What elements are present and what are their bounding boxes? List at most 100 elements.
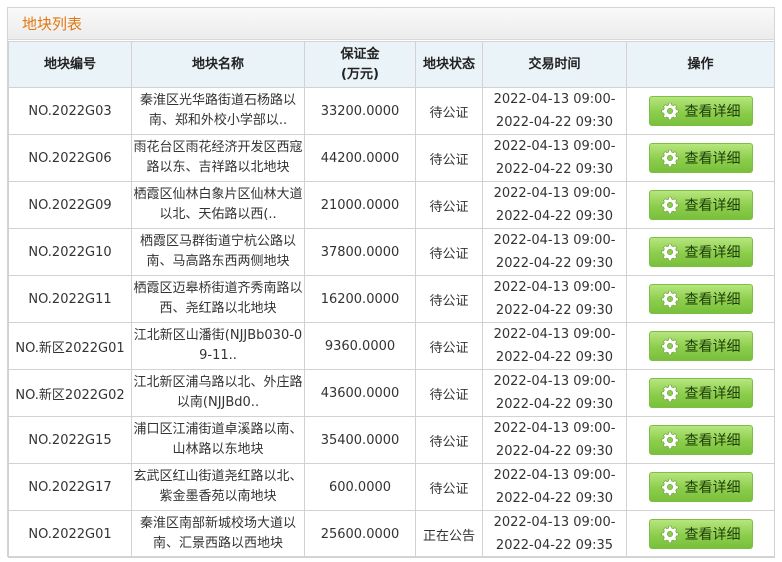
land-name: 江北新区山潘街(NJJBb030-09-11.. [133,328,303,363]
trade-time-start: 2022-04-13 09:00- [493,468,616,483]
trade-time: 2022-04-13 09:00- 2022-04-22 09:30 [482,463,627,511]
trade-time-start: 2022-04-13 09:00- [493,186,616,201]
table-row: NO.2022G17 玄武区红山街道尧红路以北、紫金墨香苑以南地块 600.00… [8,463,775,511]
deposit: 44200.0000 [304,134,416,182]
land-code: NO.2022G15 [8,416,132,464]
view-detail-label: 查看详细 [684,151,741,167]
trade-time: 2022-04-13 09:00- 2022-04-22 09:30 [482,275,627,323]
gear-icon [660,243,679,261]
trade-time-end: 2022-04-22 09:30 [495,350,614,365]
land-name-cell: 玄武区红山街道尧红路以北、紫金墨香苑以南地块 [131,463,305,511]
table-row: NO.2022G11 栖霞区迈皋桥街道齐秀南路以西、尧红路以北地块 16200.… [8,275,775,323]
header-code: 地块编号 [8,41,132,88]
land-name-cell: 秦淮区光华路街道石杨路以南、郑和外校小学部以.. [131,87,305,135]
gear-icon [660,196,679,214]
view-detail-button[interactable]: 查看详细 [648,378,753,408]
view-detail-label: 查看详细 [684,292,741,308]
status: 待公证 [415,275,483,323]
table-row: NO.2022G06 雨花台区雨花经济开发区西寇路以东、吉祥路以北地块 4420… [8,134,775,182]
table-row: NO.新区2022G01 江北新区山潘街(NJJBb030-09-11.. 93… [8,322,775,370]
header-name: 地块名称 [131,41,305,88]
trade-time-start: 2022-04-13 09:00- [493,421,616,436]
land-name: 浦口区江浦街道卓溪路以南、山林路以东地块 [133,422,303,457]
land-name: 栖霞区仙林白象片区仙林大道以北、天佑路以西(.. [133,187,303,222]
land-name-cell: 栖霞区马群街道宁杭公路以南、马高路东西两侧地块 [131,228,305,276]
trade-time: 2022-04-13 09:00- 2022-04-22 09:30 [482,134,627,182]
view-detail-button[interactable]: 查看详细 [648,143,753,173]
trade-time: 2022-04-13 09:00- 2022-04-22 09:30 [482,416,627,464]
header-deposit-line1: 保证金 [340,46,380,62]
status: 待公证 [415,463,483,511]
table-row: NO.2022G09 栖霞区仙林白象片区仙林大道以北、天佑路以西(.. 2100… [8,181,775,229]
view-detail-label: 查看详细 [684,386,741,402]
table-header-row: 地块编号 地块名称 保证金 (万元) 地块状态 交易时间 操作 [8,41,775,88]
view-detail-button[interactable]: 查看详细 [648,331,753,361]
deposit: 25600.0000 [304,510,416,558]
deposit: 21000.0000 [304,181,416,229]
trade-time: 2022-04-13 09:00- 2022-04-22 09:35 [482,510,627,558]
action-cell: 查看详细 [626,87,775,135]
view-detail-button[interactable]: 查看详细 [648,96,753,126]
status: 待公证 [415,369,483,417]
trade-time-end: 2022-04-22 09:30 [495,209,614,224]
panel-header: 地块列表 [8,8,774,40]
trade-time-start: 2022-04-13 09:00- [493,92,616,107]
land-code: NO.2022G03 [8,87,132,135]
action-cell: 查看详细 [626,369,775,417]
action-cell: 查看详细 [626,510,775,558]
status: 正在公告 [415,510,483,558]
land-name: 秦淮区南部新城校场大道以南、汇景西路以西地块 [139,516,296,551]
panel-title: 地块列表 [22,15,83,33]
trade-time-end: 2022-04-22 09:30 [495,397,614,412]
land-name: 雨花台区雨花经济开发区西寇路以东、吉祥路以北地块 [133,140,303,175]
gear-icon [660,384,679,402]
land-name-cell: 栖霞区仙林白象片区仙林大道以北、天佑路以西(.. [131,181,305,229]
land-name: 秦淮区光华路街道石杨路以南、郑和外校小学部以.. [139,93,296,128]
deposit: 43600.0000 [304,369,416,417]
land-table: 地块编号 地块名称 保证金 (万元) 地块状态 交易时间 操作 NO.2022G… [8,41,775,558]
gear-icon [660,102,679,120]
gear-icon [660,525,679,543]
land-name: 玄武区红山街道尧红路以北、紫金墨香苑以南地块 [133,469,303,504]
trade-time-start: 2022-04-13 09:00- [493,280,616,295]
view-detail-button[interactable]: 查看详细 [648,472,753,502]
action-cell: 查看详细 [626,228,775,276]
land-code: NO.2022G10 [8,228,132,276]
status: 待公证 [415,322,483,370]
view-detail-label: 查看详细 [684,480,741,496]
header-time: 交易时间 [482,41,627,88]
trade-time-end: 2022-04-22 09:30 [495,444,614,459]
trade-time: 2022-04-13 09:00- 2022-04-22 09:30 [482,181,627,229]
table-row: NO.2022G10 栖霞区马群街道宁杭公路以南、马高路东西两侧地块 37800… [8,228,775,276]
gear-icon [660,478,679,496]
trade-time-end: 2022-04-22 09:30 [495,115,614,130]
land-name-cell: 江北新区浦乌路以北、外庄路以南(NJJBd0.. [131,369,305,417]
view-detail-button[interactable]: 查看详细 [648,284,753,314]
status: 待公证 [415,134,483,182]
view-detail-button[interactable]: 查看详细 [648,237,753,267]
table-row: NO.新区2022G02 江北新区浦乌路以北、外庄路以南(NJJBd0.. 43… [8,369,775,417]
land-code: NO.2022G09 [8,181,132,229]
action-cell: 查看详细 [626,181,775,229]
land-name-cell: 江北新区山潘街(NJJBb030-09-11.. [131,322,305,370]
trade-time-start: 2022-04-13 09:00- [493,327,616,342]
view-detail-label: 查看详细 [684,339,741,355]
land-name-cell: 浦口区江浦街道卓溪路以南、山林路以东地块 [131,416,305,464]
view-detail-button[interactable]: 查看详细 [648,425,753,455]
deposit: 33200.0000 [304,87,416,135]
status: 待公证 [415,416,483,464]
view-detail-button[interactable]: 查看详细 [648,190,753,220]
action-cell: 查看详细 [626,134,775,182]
action-cell: 查看详细 [626,416,775,464]
gear-icon [660,290,679,308]
table-row: NO.2022G03 秦淮区光华路街道石杨路以南、郑和外校小学部以.. 3320… [8,87,775,135]
view-detail-label: 查看详细 [684,245,741,261]
trade-time-start: 2022-04-13 09:00- [493,233,616,248]
trade-time-end: 2022-04-22 09:30 [495,162,614,177]
land-name-cell: 雨花台区雨花经济开发区西寇路以东、吉祥路以北地块 [131,134,305,182]
trade-time-start: 2022-04-13 09:00- [493,139,616,154]
view-detail-button[interactable]: 查看详细 [648,519,753,549]
land-code: NO.2022G01 [8,510,132,558]
status: 待公证 [415,228,483,276]
header-deposit: 保证金 (万元) [304,41,416,88]
